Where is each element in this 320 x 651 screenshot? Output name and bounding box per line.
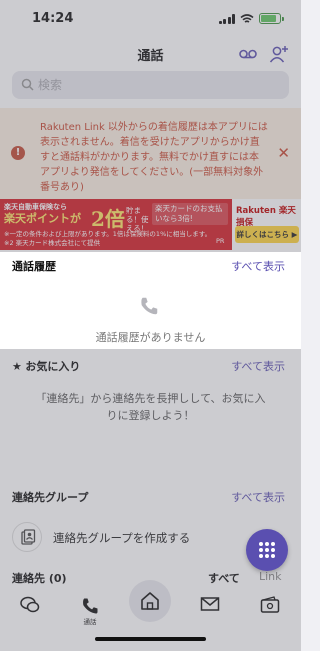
ad-creative: 楽天自動車保険なら 楽天ポイントが 2倍 貯まる！使える！ 楽天カードのお支払い… — [0, 199, 232, 250]
tab-messages[interactable] — [10, 588, 50, 628]
warning-icon: ! — [11, 146, 25, 160]
home-icon — [141, 592, 159, 610]
ad-brand-logo: Rakuten 楽天損保 — [236, 206, 296, 228]
search-icon — [21, 78, 34, 91]
call-history-title: 通話履歴 — [12, 260, 56, 273]
favorites-title: お気に入り — [25, 360, 81, 373]
home-indicator — [95, 637, 206, 641]
tab-wallet[interactable] — [250, 588, 290, 628]
ad-footnote-2: ※2 楽天カード株式会社にて提供 — [4, 239, 101, 247]
add-contact-icon[interactable] — [269, 44, 289, 64]
status-icons — [218, 13, 284, 24]
chat-bubble-icon — [20, 596, 40, 613]
notice-banner: ! Rakuten Link 以外からの着信履歴は本アプリには表示されません。着… — [0, 108, 301, 199]
groups-see-all[interactable]: すべて表示 — [231, 489, 285, 505]
phone-screen: 14:24 通話 検索 ! Rakuten Link 以外からの着信履歴は本アプ… — [0, 0, 301, 651]
star-icon: ★ — [12, 360, 22, 373]
voicemail-icon[interactable] — [239, 48, 257, 60]
ad-brand-panel: Rakuten 楽天損保 詳しくはこちら ▶ — [232, 199, 301, 250]
dialpad-button[interactable] — [246, 529, 288, 571]
contact-group-icon — [12, 522, 42, 552]
dialpad-icon — [259, 542, 275, 558]
close-icon[interactable]: ✕ — [277, 146, 290, 161]
ad-pr-label: PR — [216, 237, 225, 245]
ad-cta-button[interactable]: 詳しくはこちら ▶ — [235, 226, 299, 243]
call-history-see-all[interactable]: すべて表示 — [231, 258, 285, 274]
tab-mail[interactable] — [190, 588, 230, 628]
wallet-icon — [260, 596, 280, 613]
call-history-card: 通話履歴 すべて表示 通話履歴がありません — [0, 252, 301, 349]
nav-bar: 通話 — [0, 38, 301, 70]
favorites-see-all[interactable]: すべて表示 — [231, 358, 285, 374]
tab-bar: 通話 — [0, 580, 301, 651]
groups-title: 連絡先グループ — [12, 491, 89, 504]
status-bar: 14:24 — [0, 0, 301, 38]
phone-tab-icon — [83, 598, 98, 614]
search-bar[interactable] — [12, 71, 289, 99]
ad-card-text: 楽天カードのお支払いなら3倍! — [152, 203, 228, 225]
favorites-header: ★ お気に入り — [12, 358, 80, 374]
favorites-empty-message: 「連絡先」から連絡先を長押しして、お気に入りに登録しよう！ — [35, 392, 266, 422]
contacts-filter-all[interactable]: すべて — [208, 570, 240, 586]
contacts-filter-link[interactable]: Link — [259, 570, 282, 583]
ad-banner[interactable]: 楽天自動車保険なら 楽天ポイントが 2倍 貯まる！使える！ 楽天カードのお支払い… — [0, 199, 301, 250]
ad-points-text: 楽天ポイントが — [4, 212, 81, 225]
tab-call-label: 通話 — [83, 618, 97, 626]
battery-icon — [259, 13, 284, 24]
tab-call[interactable]: 通話 — [70, 588, 110, 628]
status-time: 14:24 — [32, 11, 74, 26]
phone-icon — [141, 297, 158, 315]
mail-icon — [200, 597, 220, 611]
empty-history-text: 通話履歴がありません — [95, 331, 206, 344]
contacts-title: 連絡先 (0) — [12, 572, 67, 585]
search-input[interactable] — [38, 71, 278, 99]
create-group-label: 連絡先グループを作成する — [53, 531, 191, 545]
notice-text: Rakuten Link 以外からの着信履歴は本アプリには表示されません。着信を… — [40, 122, 268, 193]
tab-home[interactable] — [129, 580, 171, 622]
cellular-signal-icon — [218, 13, 235, 24]
wifi-icon — [240, 13, 254, 23]
